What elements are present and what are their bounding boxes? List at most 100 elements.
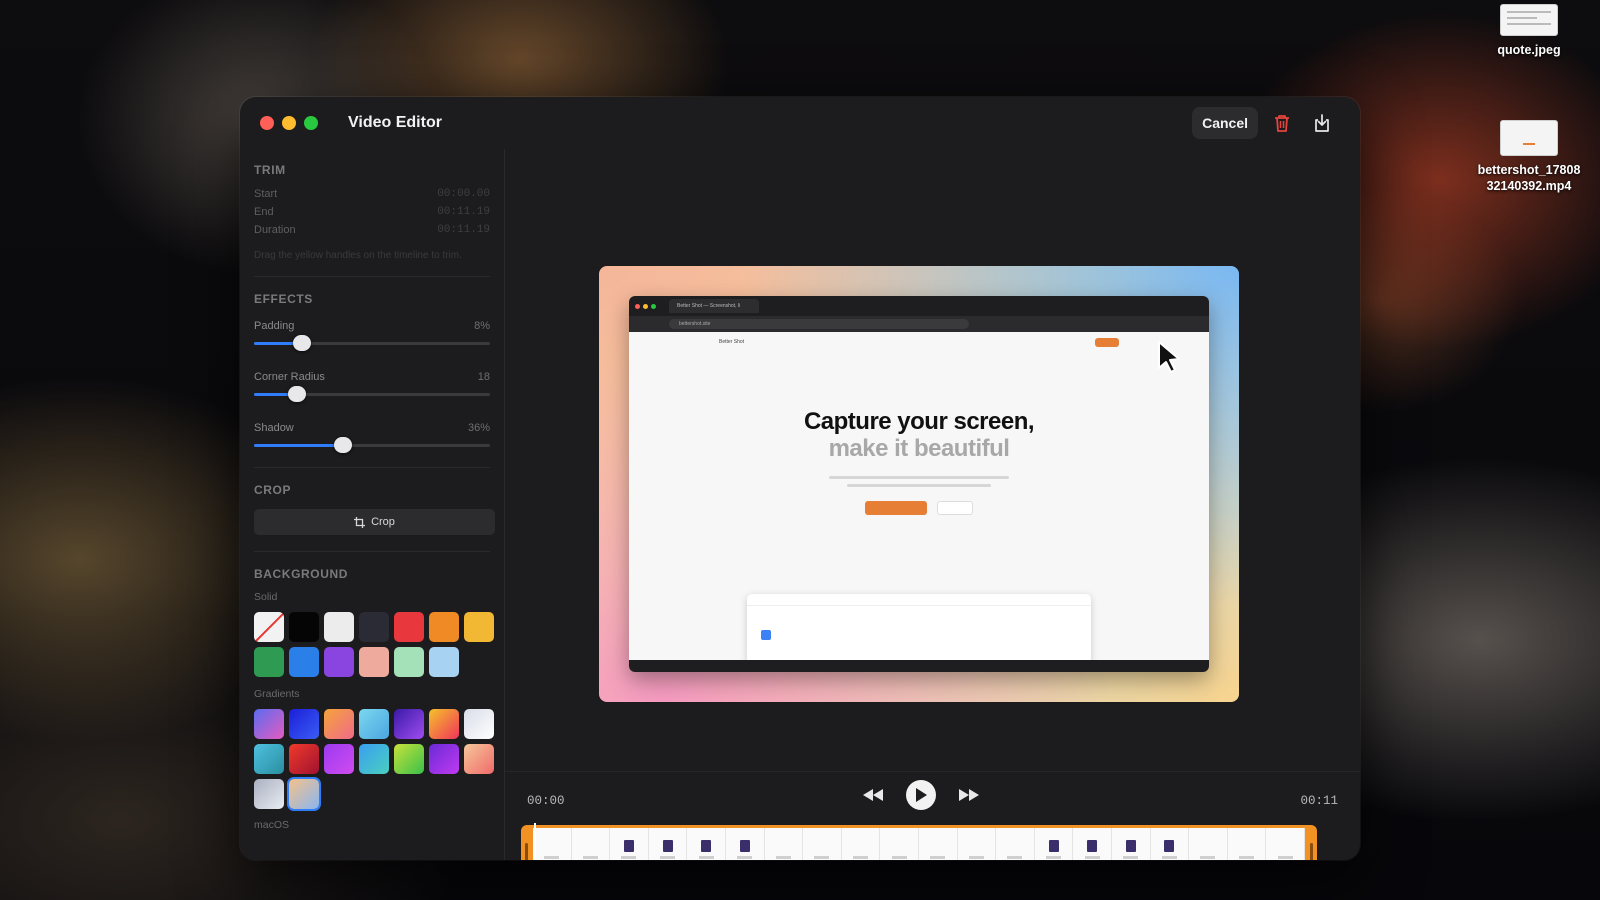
slider-knob[interactable] — [288, 386, 307, 402]
divider — [254, 276, 490, 277]
macos-label: macOS — [254, 819, 290, 831]
gradient-swatch[interactable] — [254, 744, 284, 774]
timeline-frame — [1111, 828, 1151, 860]
export-button[interactable] — [1306, 107, 1338, 139]
timeline-frame — [841, 828, 881, 860]
crop-icon — [354, 516, 366, 528]
timeline-frame — [803, 828, 842, 860]
rewind-button[interactable] — [862, 788, 884, 802]
preview-area: Better Shot — Screenshot, li bettershot.… — [505, 149, 1360, 860]
gradient-swatch[interactable] — [429, 744, 459, 774]
close-button[interactable] — [260, 116, 274, 130]
solid-color-swatch[interactable] — [394, 612, 424, 642]
address-text: bettershot.site — [669, 319, 969, 329]
shadow-row: Shadow 36% — [254, 422, 490, 434]
cancel-button[interactable]: Cancel — [1192, 107, 1258, 139]
trim-help-text: Drag the yellow handles on the timeline … — [254, 250, 462, 261]
timeline-frame — [648, 828, 688, 860]
download-icon — [1315, 114, 1329, 132]
total-time: 00:11 — [1300, 794, 1338, 808]
desktop-file-video[interactable]: bettershot_17808 32140392.mp4 — [1469, 120, 1589, 194]
minimize-button[interactable] — [282, 116, 296, 130]
trim-timeline[interactable] — [521, 823, 1317, 860]
gradient-swatch[interactable] — [324, 744, 354, 774]
slider-knob[interactable] — [293, 335, 312, 351]
gradient-swatch[interactable] — [394, 709, 424, 739]
padding-row: Padding 8% — [254, 320, 490, 332]
browser-address-bar: bettershot.site — [629, 316, 1209, 332]
gradient-swatch[interactable] — [289, 779, 319, 809]
trim-start-value: 00:00.00 — [437, 188, 490, 200]
solid-color-swatch[interactable] — [464, 612, 494, 642]
divider — [254, 467, 490, 468]
browser-tab-bar: Better Shot — Screenshot, li — [629, 296, 1209, 316]
window-title: Video Editor — [348, 114, 442, 131]
timeline-frame — [610, 828, 649, 860]
delete-button[interactable] — [1266, 107, 1298, 139]
trim-start-handle[interactable] — [525, 843, 528, 860]
trim-start-row: Start 00:00.00 — [254, 185, 490, 203]
no-background-swatch[interactable] — [254, 612, 284, 642]
timeline-frame — [725, 828, 765, 860]
desktop-file-quote[interactable]: quote.jpeg — [1469, 4, 1589, 58]
effects-sliders: Padding 8% Corner Radius 18 Shadow 36% — [254, 320, 490, 453]
zoom-button[interactable] — [304, 116, 318, 130]
hero-headline: Capture your screen, — [803, 408, 1035, 435]
play-button[interactable] — [906, 780, 936, 810]
hero-subheadline: make it beautiful — [828, 435, 1010, 462]
gradient-swatch[interactable] — [359, 744, 389, 774]
gradient-swatch[interactable] — [359, 709, 389, 739]
file-name: quote.jpeg — [1497, 43, 1561, 57]
site-nav: Better Shot — [629, 332, 1209, 352]
gradient-swatch[interactable] — [289, 744, 319, 774]
gradient-swatch[interactable] — [289, 709, 319, 739]
trim-info: Start 00:00.00 End 00:11.19 Duration 00:11.… — [254, 185, 490, 262]
solid-color-swatch[interactable] — [324, 647, 354, 677]
gradient-swatch[interactable] — [429, 709, 459, 739]
slider-knob[interactable] — [334, 437, 353, 453]
settings-sidebar: TRIM Start 00:00.00 End 00:11.19 Duration 0… — [240, 149, 505, 860]
timeline-thumbnails — [533, 828, 1305, 860]
padding-value: 8% — [474, 320, 490, 332]
padding-slider[interactable] — [254, 335, 490, 351]
solid-color-swatch[interactable] — [324, 612, 354, 642]
file-thumbnail — [1500, 120, 1558, 156]
solid-color-swatch[interactable] — [254, 647, 284, 677]
trash-icon — [1275, 115, 1289, 132]
solid-color-swatch[interactable] — [429, 612, 459, 642]
slider-fill — [254, 444, 344, 447]
crop-button[interactable]: Crop — [254, 509, 495, 535]
site-brand: Better Shot — [719, 339, 745, 345]
corner-radius-label: Corner Radius — [254, 371, 325, 383]
timeline-frame — [996, 828, 1035, 860]
timeline-frame — [764, 828, 804, 860]
video-preview: Better Shot — Screenshot, li bettershot.… — [599, 266, 1239, 702]
crop-section-title: CROP — [254, 483, 292, 497]
gradient-swatch[interactable] — [394, 744, 424, 774]
timeline-frame — [571, 828, 611, 860]
video-editor-window: Video Editor Cancel TRIM Start 00:00.00 E… — [240, 97, 1360, 860]
embedded-app-preview — [747, 594, 1091, 664]
fast-forward-button[interactable] — [958, 788, 980, 802]
solid-color-swatch[interactable] — [289, 612, 319, 642]
gradient-swatch[interactable] — [324, 709, 354, 739]
mouse-cursor-icon — [1158, 341, 1180, 373]
solid-color-swatch[interactable] — [429, 647, 459, 677]
solid-color-swatch[interactable] — [359, 612, 389, 642]
solid-color-swatch[interactable] — [394, 647, 424, 677]
solid-color-swatch[interactable] — [359, 647, 389, 677]
shadow-slider[interactable] — [254, 437, 490, 453]
solid-color-grid — [254, 612, 494, 677]
corner-radius-slider[interactable] — [254, 386, 490, 402]
gradient-swatch[interactable] — [464, 709, 494, 739]
trim-start-label: Start — [254, 188, 278, 200]
trim-end-handle[interactable] — [1310, 843, 1313, 860]
gradient-swatch[interactable] — [464, 744, 494, 774]
timeline-frame — [880, 828, 919, 860]
gradient-swatch[interactable] — [254, 709, 284, 739]
playhead[interactable] — [534, 823, 536, 860]
recorded-screen: Better Shot — Screenshot, li bettershot.… — [629, 296, 1209, 672]
timeline-frame — [1189, 828, 1228, 860]
gradient-swatch[interactable] — [254, 779, 284, 809]
solid-color-swatch[interactable] — [289, 647, 319, 677]
